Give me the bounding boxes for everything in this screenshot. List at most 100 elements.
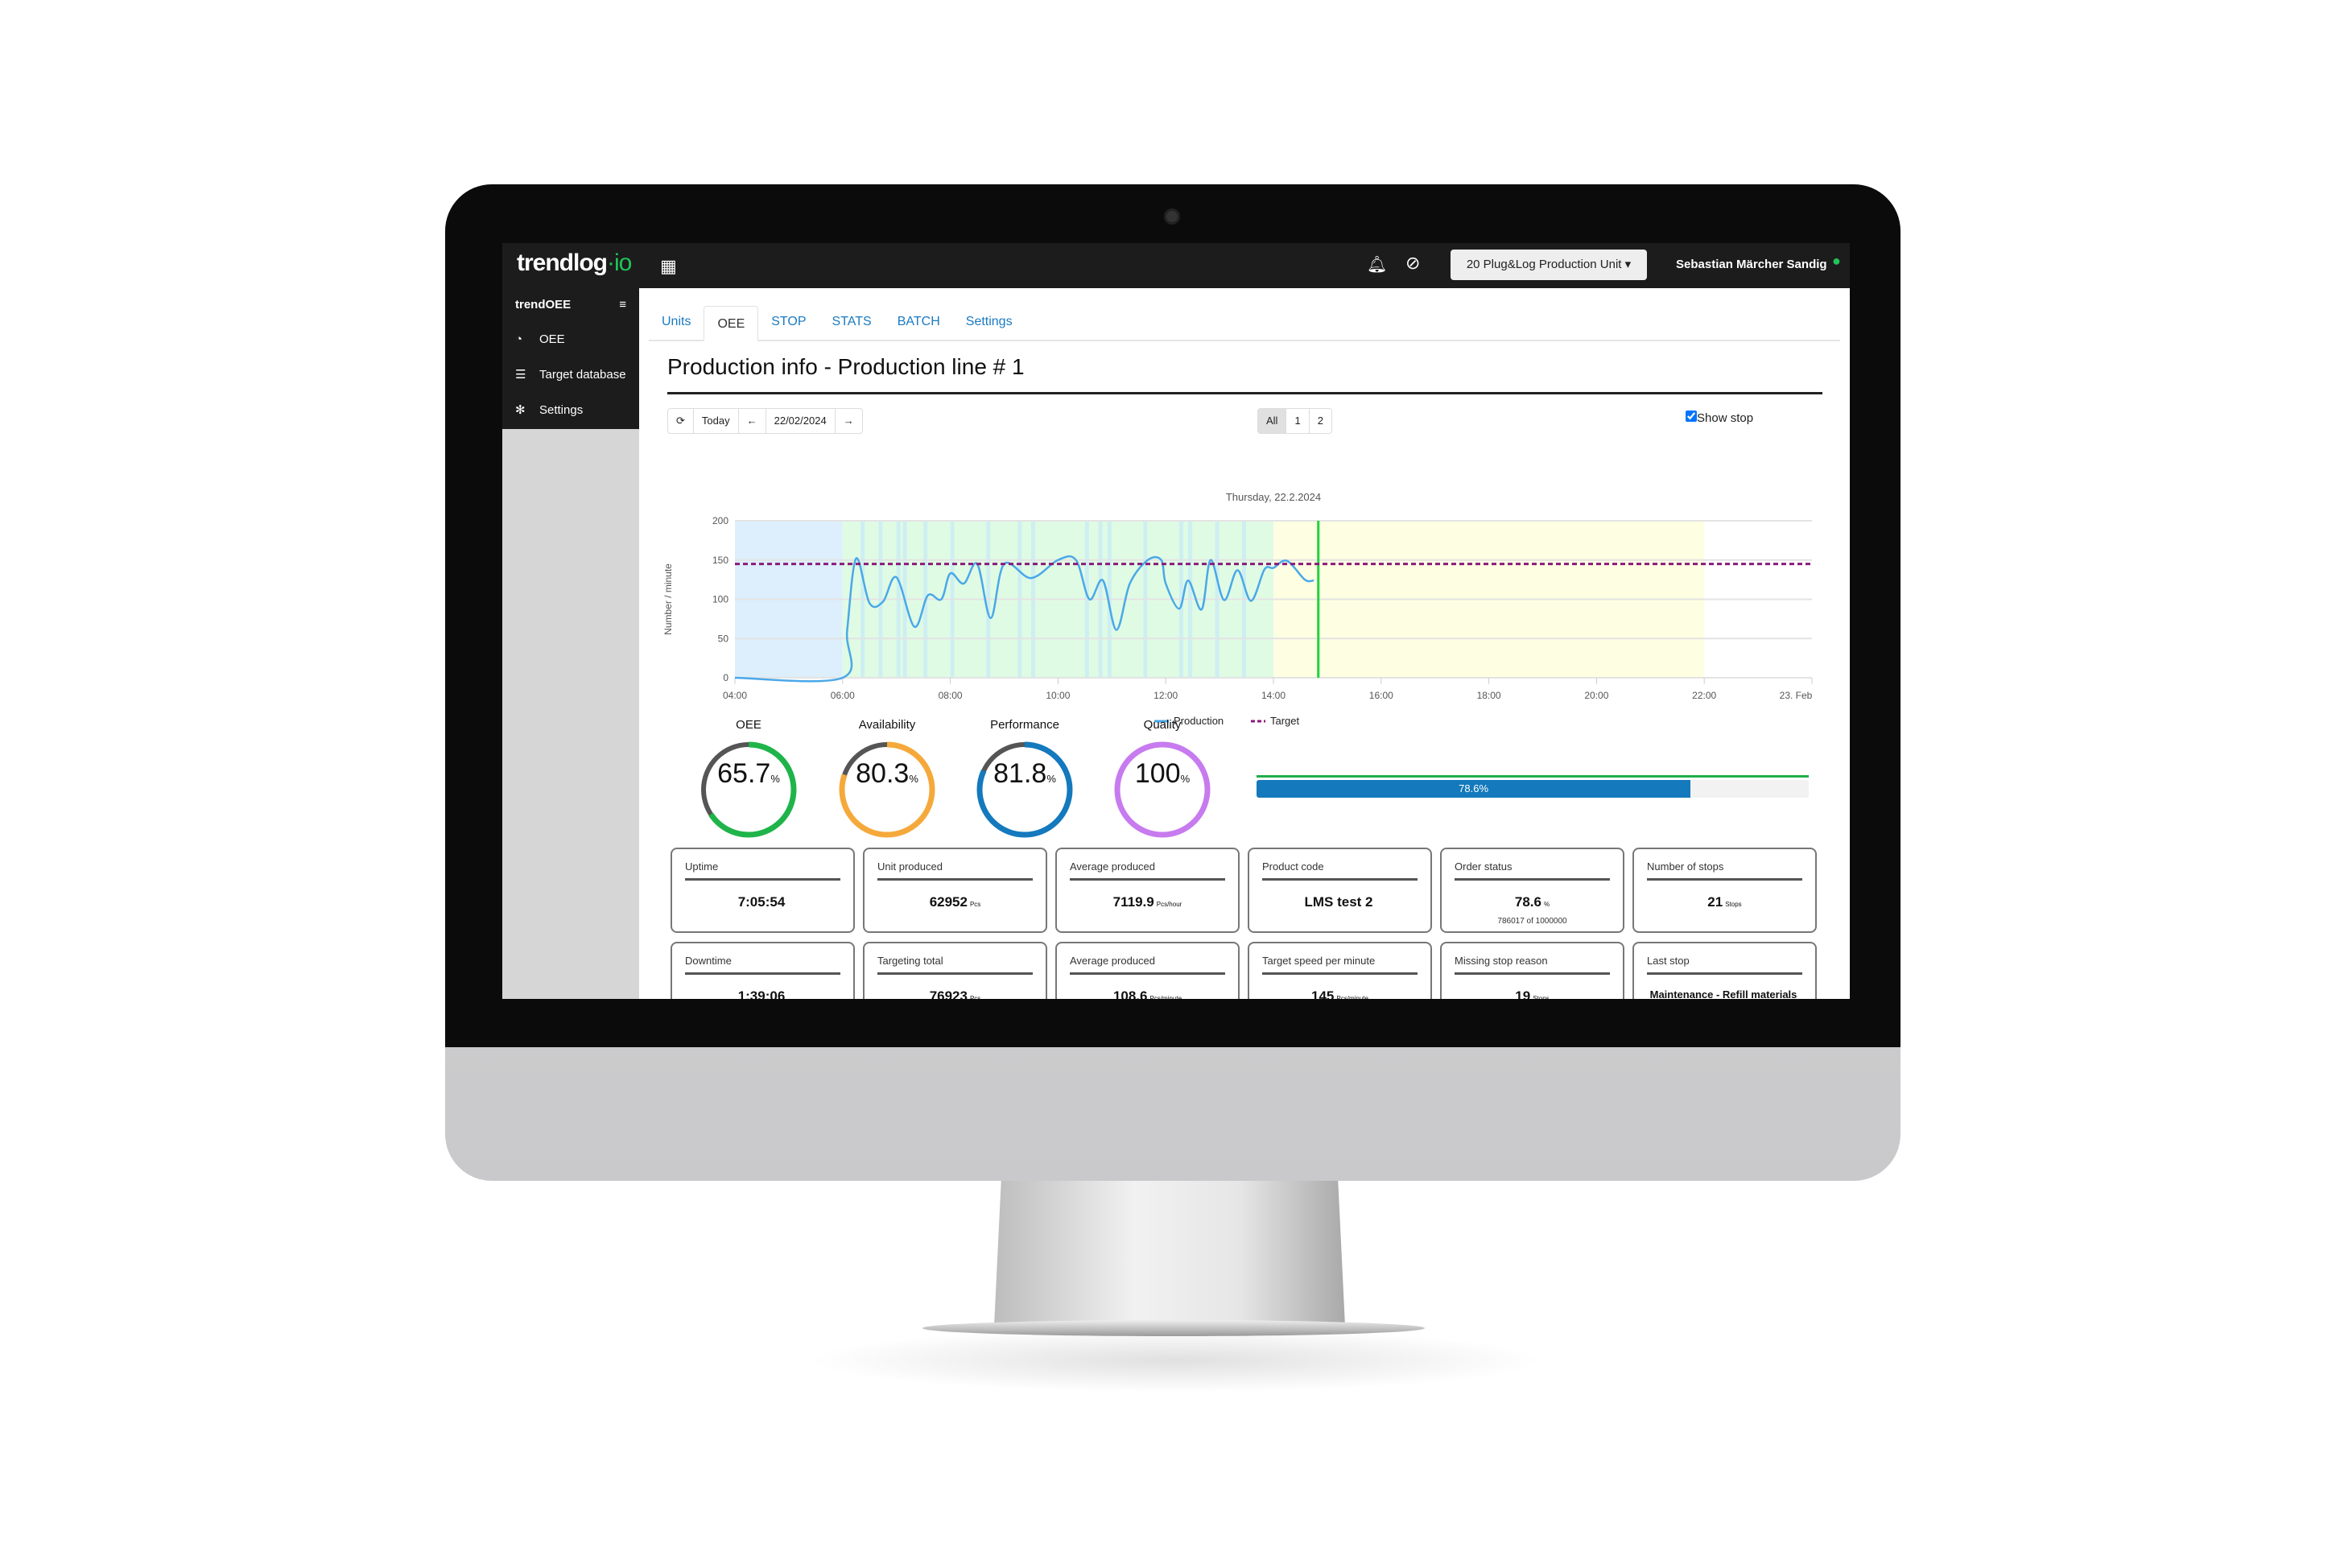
card-divider xyxy=(1647,878,1802,881)
card-divider xyxy=(1455,878,1610,881)
page-selector: All 1 2 xyxy=(1257,408,1332,434)
sidebar-title-text: trendOEE xyxy=(515,298,572,312)
x-tick-label: 16:00 xyxy=(1369,690,1393,701)
page-2-button[interactable]: 2 xyxy=(1310,409,1331,433)
sidebar-item-oee[interactable]: ◔ OEE xyxy=(502,322,639,357)
card-value: 108.6 Pcs/minute xyxy=(1057,988,1238,999)
user-name[interactable]: Sebastian Märcher Sandig xyxy=(1676,258,1827,271)
stat-card-uptime: Uptime 7:05:54 xyxy=(671,848,855,933)
tab-stop[interactable]: STOP xyxy=(758,304,819,340)
legend-label: Target xyxy=(1270,715,1300,727)
card-label: Product code xyxy=(1262,860,1324,873)
card-value: 19 Stops xyxy=(1442,988,1623,999)
x-tick-label: 04:00 xyxy=(723,690,747,701)
date-input[interactable]: 22/02/2024 xyxy=(766,409,836,433)
gauge-label: Performance xyxy=(990,718,1059,732)
card-value: 145 Pcs/minute xyxy=(1249,988,1430,999)
sidebar-item-label: Target database xyxy=(539,368,626,382)
stat-card-order-status: Order status 78.6% 786017 of 1000000 xyxy=(1440,848,1624,933)
card-divider xyxy=(877,972,1033,975)
card-label: Missing stop reason xyxy=(1455,955,1548,967)
card-unit: Stops xyxy=(1533,995,1550,999)
card-subtext: 786017 of 1000000 xyxy=(1497,917,1567,926)
tab-stats[interactable]: STATS xyxy=(819,304,885,340)
card-unit: Stops xyxy=(1725,901,1742,908)
y-tick-label: 150 xyxy=(712,555,728,566)
card-unit: Pcs/hour xyxy=(1156,901,1182,908)
stat-card-number-of-stops: Number of stops 21 Stops xyxy=(1632,848,1817,933)
logo-io: io xyxy=(614,250,632,276)
card-divider xyxy=(1262,878,1418,881)
card-value: 62952 Pcs xyxy=(929,894,981,910)
monitor-base xyxy=(922,1320,1425,1336)
x-tick-label: 22:00 xyxy=(1692,690,1716,701)
bell-icon[interactable]: 🔔︎ xyxy=(1367,254,1387,274)
order-progress-bar: 78.6% xyxy=(1257,780,1809,798)
unit-select[interactable]: 20 Plug&Log Production Unit ▾ xyxy=(1451,250,1647,280)
eye-slash-icon[interactable]: ⊘ xyxy=(1405,253,1420,274)
tab-units[interactable]: Units xyxy=(649,304,704,340)
card-divider xyxy=(685,972,840,975)
date-navigation: ⟳ Today ← 22/02/2024 → xyxy=(667,408,863,434)
page-title: Production info - Production line # 1 xyxy=(667,354,1025,379)
production-chart: Thursday, 22.2.2024 0 50 100 150 200 04:00 06:0… xyxy=(662,491,1813,727)
title-divider xyxy=(667,392,1822,394)
card-label: Average produced xyxy=(1070,955,1156,967)
user-icon[interactable]: ● xyxy=(1832,253,1841,270)
tab-oee[interactable]: OEE xyxy=(704,306,759,341)
arrow-left-icon[interactable]: ← xyxy=(739,409,766,433)
sidebar: trendOEE ≡ ◔ OEE ☰ Target database ✻ Setting… xyxy=(502,288,639,999)
sidebar-item-settings[interactable]: ✻ Settings xyxy=(502,393,639,428)
database-icon: ☰ xyxy=(515,368,526,382)
hamburger-icon[interactable]: ≡ xyxy=(619,288,626,322)
x-tick-label: 18:00 xyxy=(1477,690,1501,701)
gauge-oee: OEE 65.7% xyxy=(696,718,801,846)
gauge-label: Quality xyxy=(1143,718,1182,732)
order-progress-fill: 78.6% xyxy=(1257,780,1691,798)
card-unit: Pcs/minute xyxy=(1149,995,1182,999)
stat-card-average-produced: Average produced 7119.9 Pcs/hour xyxy=(1055,848,1240,933)
sidebar-item-label: OEE xyxy=(539,332,565,346)
card-value: 21 Stops xyxy=(1707,894,1742,910)
logo-text: trendlog xyxy=(517,250,608,276)
gauge-performance: Performance 81.8% xyxy=(972,718,1077,846)
show-stop-toggle[interactable]: Show stop xyxy=(1686,411,1753,425)
y-tick-label: 50 xyxy=(718,633,729,644)
page-all-button[interactable]: All xyxy=(1258,409,1287,433)
stat-card-downtime: Downtime 1:39:06 xyxy=(671,942,855,999)
card-value: 7:05:54 xyxy=(737,894,786,910)
x-tick-label: 12:00 xyxy=(1153,690,1178,701)
stat-card-average-produced: Average produced 108.6 Pcs/minute xyxy=(1055,942,1240,999)
arrow-right-icon[interactable]: → xyxy=(836,409,862,433)
card-unit: Pcs/minute xyxy=(1336,995,1368,999)
sidebar-item-target-database[interactable]: ☰ Target database xyxy=(502,357,639,393)
card-label: Unit produced xyxy=(877,860,943,873)
card-unit: Pcs xyxy=(969,995,981,999)
stat-card-last-stop: Last stop Maintenance - Refill materials xyxy=(1632,942,1817,999)
top-bar: trendlog·io ▦ 🔔︎ ⊘ 20 Plug&Log Productio… xyxy=(502,243,1850,288)
card-divider xyxy=(1070,972,1225,975)
card-label: Number of stops xyxy=(1647,860,1724,873)
show-stop-checkbox[interactable] xyxy=(1686,411,1697,422)
logo[interactable]: trendlog·io xyxy=(517,250,632,277)
x-tick-label: 23. Feb xyxy=(1780,690,1813,701)
y-tick-label: 100 xyxy=(712,594,728,605)
tab-settings[interactable]: Settings xyxy=(953,304,1026,340)
stat-card-unit-produced: Unit produced 62952 Pcs xyxy=(863,848,1047,933)
card-value: 7119.9 Pcs/hour xyxy=(1112,894,1182,910)
sidebar-title: trendOEE ≡ xyxy=(502,288,639,322)
refresh-icon[interactable]: ⟳ xyxy=(668,409,694,433)
page-1-button[interactable]: 1 xyxy=(1286,409,1310,433)
gauge-value: 80.3% xyxy=(856,758,918,789)
monitor-stand xyxy=(994,1181,1345,1326)
today-button[interactable]: Today xyxy=(694,409,739,433)
gauge-ring xyxy=(976,741,1073,838)
card-divider xyxy=(1647,972,1802,975)
card-label: Target speed per minute xyxy=(1262,955,1376,967)
x-tick-label: 14:00 xyxy=(1261,690,1286,701)
grid-icon[interactable]: ▦ xyxy=(660,256,677,277)
tab-batch[interactable]: BATCH xyxy=(885,304,953,340)
gauge-value: 81.8% xyxy=(993,758,1056,789)
gear-icon: ✻ xyxy=(515,403,526,417)
gauge-value: 65.7% xyxy=(717,758,780,789)
